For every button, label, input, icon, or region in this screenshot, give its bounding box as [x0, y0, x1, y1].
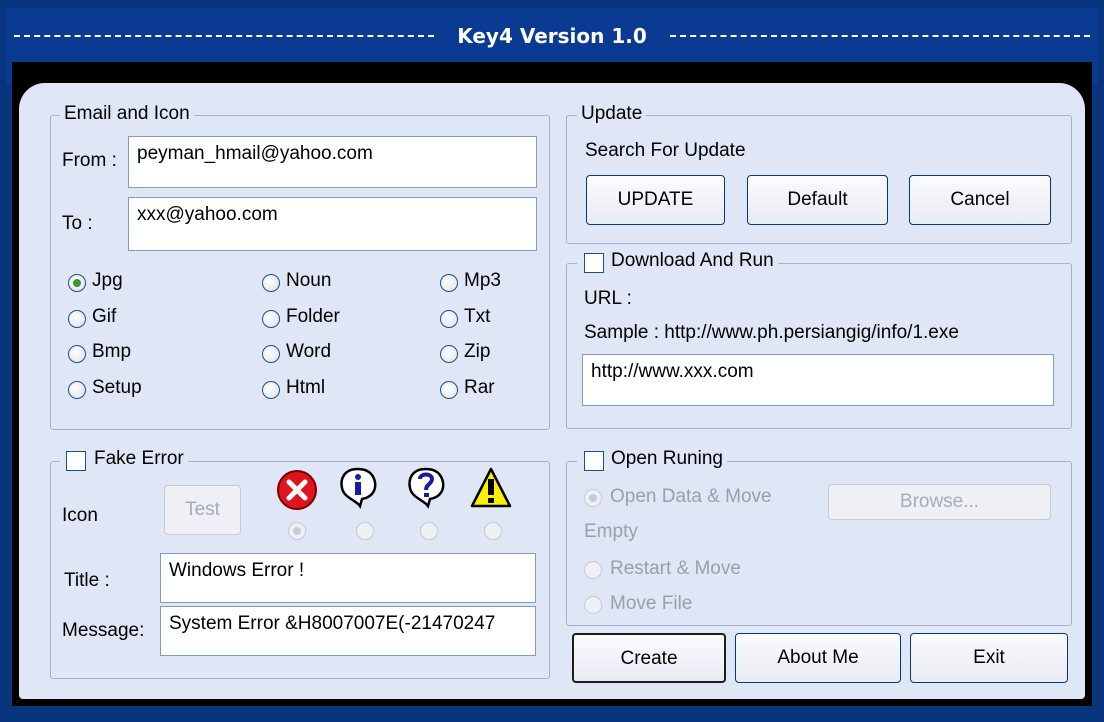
question-icon[interactable] — [404, 466, 448, 510]
open-data-move-label: Open Data & Move — [610, 486, 772, 507]
to-label: To : — [62, 213, 93, 234]
cancel-button-label: Cancel — [950, 189, 1010, 210]
download-run-checkbox[interactable] — [584, 253, 604, 273]
fake-error-checkbox[interactable] — [66, 451, 86, 471]
default-button[interactable]: Default — [747, 175, 888, 225]
cancel-button[interactable]: Cancel — [909, 175, 1051, 225]
about-me-button-label: About Me — [777, 647, 859, 668]
icon-type-label: Noun — [286, 270, 332, 291]
from-input[interactable]: peyman_hmail@yahoo.com — [128, 136, 537, 188]
open-data-move-radio[interactable] — [584, 489, 602, 507]
icon-type-radio[interactable] — [68, 310, 86, 328]
update-legend: Update — [577, 103, 647, 125]
icon-type-label: Folder — [286, 306, 340, 327]
title-label: Title : — [64, 570, 110, 591]
icon-type-label: Rar — [464, 377, 495, 398]
create-button-label: Create — [620, 648, 678, 669]
icon-type-radio[interactable] — [68, 274, 86, 292]
test-button[interactable]: Test — [164, 485, 241, 535]
info-icon-radio[interactable] — [356, 522, 374, 540]
restart-move-label: Restart & Move — [610, 558, 741, 579]
icon-type-radio[interactable] — [440, 345, 458, 363]
sample-text: Sample : http://www.ph.persiangig/info/1… — [584, 322, 959, 343]
icon-type-label: Jpg — [92, 270, 123, 291]
icon-type-radio[interactable] — [262, 381, 280, 399]
message-label: Message: — [62, 620, 145, 641]
browse-button[interactable]: Browse... — [828, 484, 1051, 520]
update-button-label: UPDATE — [617, 189, 694, 210]
icon-type-label: Txt — [464, 306, 491, 327]
icon-type-radio[interactable] — [68, 381, 86, 399]
about-me-button[interactable]: About Me — [735, 633, 901, 683]
icon-type-label: Html — [286, 377, 326, 398]
exit-button[interactable]: Exit — [910, 633, 1068, 683]
download-run-legend: Download And Run — [577, 250, 778, 272]
icon-type-radio[interactable] — [68, 345, 86, 363]
email-icon-legend: Email and Icon — [60, 103, 194, 125]
error-icon[interactable] — [275, 468, 319, 512]
exit-button-label: Exit — [973, 647, 1005, 668]
icon-type-label: Setup — [92, 377, 142, 398]
update-button[interactable]: UPDATE — [586, 175, 725, 225]
icon-type-label: Word — [286, 341, 332, 362]
url-label: URL : — [584, 288, 632, 309]
default-button-label: Default — [787, 189, 848, 210]
to-input[interactable]: xxx@yahoo.com — [128, 197, 537, 251]
error-message-input[interactable]: System Error &H8007007E(-21470247 — [160, 606, 536, 656]
error-title-input[interactable]: Windows Error ! — [160, 553, 536, 603]
icon-type-label: Bmp — [92, 341, 132, 362]
icon-type-radio[interactable] — [262, 274, 280, 292]
icon-type-label: Gif — [92, 306, 117, 327]
empty-text: Empty — [584, 521, 638, 542]
info-icon[interactable] — [336, 466, 380, 510]
search-update-text: Search For Update — [585, 140, 746, 161]
move-file-label: Move File — [610, 593, 693, 614]
icon-type-label: Mp3 — [464, 270, 501, 291]
warning-icon[interactable] — [469, 466, 513, 510]
from-label: From : — [62, 150, 117, 171]
icon-type-radio[interactable] — [440, 381, 458, 399]
icon-type-label: Zip — [464, 341, 491, 362]
question-icon-radio[interactable] — [420, 522, 438, 540]
icon-label: Icon — [62, 505, 98, 526]
icon-type-radio[interactable] — [440, 310, 458, 328]
warning-icon-radio[interactable] — [484, 522, 502, 540]
browse-button-label: Browse... — [899, 491, 980, 512]
url-input[interactable]: http://www.xxx.com — [582, 354, 1054, 406]
error-icon-radio[interactable] — [288, 522, 306, 540]
icon-type-radio[interactable] — [262, 345, 280, 363]
create-button[interactable]: Create — [572, 633, 726, 683]
test-button-label: Test — [185, 499, 220, 520]
icon-type-radio[interactable] — [440, 274, 458, 292]
open-running-checkbox[interactable] — [584, 451, 604, 471]
icon-type-radio[interactable] — [262, 310, 280, 328]
move-file-radio[interactable] — [584, 596, 602, 614]
restart-move-radio[interactable] — [584, 561, 602, 579]
title-dash-right — [670, 35, 1090, 43]
